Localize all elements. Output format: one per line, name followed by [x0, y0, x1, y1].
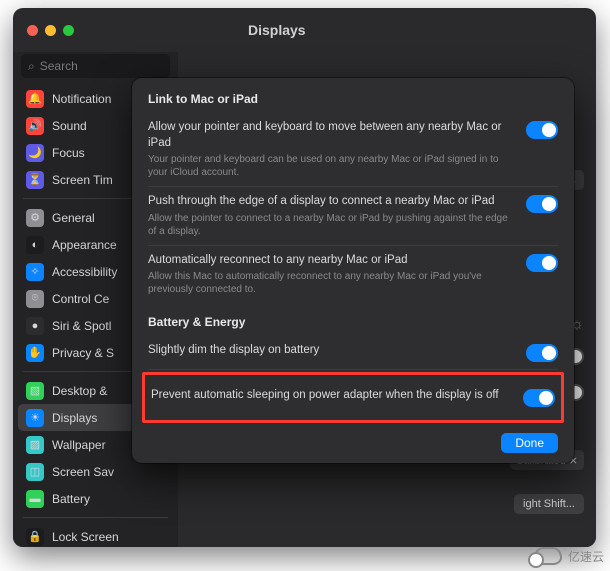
- sidebar-icon: ⌾: [26, 290, 44, 308]
- setting-title: Prevent automatic sleeping on power adap…: [151, 388, 513, 404]
- sidebar-icon: ▧: [26, 382, 44, 400]
- setting-title: Push through the edge of a display to co…: [148, 194, 516, 210]
- sidebar-item-label: Siri & Spotl: [52, 319, 111, 333]
- sidebar-icon: ●: [26, 317, 44, 335]
- setting-text: Prevent automatic sleeping on power adap…: [151, 388, 513, 404]
- sidebar-icon: ▬: [26, 490, 44, 508]
- setting-desc: Your pointer and keyboard can be used on…: [148, 153, 516, 179]
- sidebar-item-label: Screen Tim: [52, 173, 113, 187]
- sheet-footer: Done: [148, 423, 558, 453]
- sidebar-item-label: Displays: [52, 411, 97, 425]
- setting-title: Allow your pointer and keyboard to move …: [148, 120, 516, 151]
- sidebar-item-label: Notification: [52, 92, 111, 106]
- sidebar-icon: ◐: [26, 236, 44, 254]
- search-input[interactable]: ⌕ Search: [21, 54, 170, 78]
- sidebar-item-label: Screen Sav: [52, 465, 114, 479]
- setting-desc: Allow the pointer to connect to a nearby…: [148, 212, 516, 238]
- sidebar-item-label: Lock Screen: [52, 530, 119, 544]
- link-toggle-0[interactable]: [526, 121, 558, 139]
- sidebar-item-label: Accessibility: [52, 265, 117, 279]
- sidebar-divider: [23, 517, 168, 518]
- sidebar-item-label: Focus: [52, 146, 85, 160]
- section-battery: Slightly dim the display on battery Preve…: [148, 336, 558, 423]
- setting-title: Slightly dim the display on battery: [148, 343, 516, 359]
- watermark-text: 亿速云: [568, 548, 604, 565]
- zoom-icon[interactable]: [63, 25, 74, 36]
- setting-text: Automatically reconnect to any nearby Ma…: [148, 253, 516, 297]
- search-icon: ⌕: [28, 59, 35, 74]
- setting-title: Automatically reconnect to any nearby Ma…: [148, 253, 516, 269]
- link-row-0: Allow your pointer and keyboard to move …: [148, 113, 558, 187]
- sidebar-icon: ✧: [26, 263, 44, 281]
- sidebar-item-label: Appearance: [52, 238, 117, 252]
- sidebar-item-label: Wallpaper: [52, 438, 106, 452]
- titlebar: Displays: [13, 8, 596, 52]
- sidebar-item-label: Control Ce: [52, 292, 109, 306]
- sidebar-item-battery[interactable]: ▬ Battery: [18, 485, 173, 512]
- advanced-sheet: Link to Mac or iPad Allow your pointer a…: [132, 78, 574, 463]
- battery-row-0: Slightly dim the display on battery: [148, 336, 558, 370]
- highlight-box: Prevent automatic sleeping on power adap…: [142, 372, 564, 423]
- sidebar-icon: ⏳: [26, 171, 44, 189]
- link-toggle-2[interactable]: [526, 254, 558, 272]
- setting-text: Slightly dim the display on battery: [148, 343, 516, 359]
- sidebar-icon: ✋: [26, 344, 44, 362]
- link-row-2: Automatically reconnect to any nearby Ma…: [148, 246, 558, 304]
- watermark: 亿速云: [534, 547, 604, 565]
- night-shift-button[interactable]: ight Shift...: [514, 494, 584, 514]
- done-button[interactable]: Done: [501, 433, 558, 453]
- sidebar-item-label: Sound: [52, 119, 87, 133]
- window-controls: [27, 25, 74, 36]
- sidebar-item-label: General: [52, 211, 95, 225]
- close-icon[interactable]: [27, 25, 38, 36]
- section-link-title: Link to Mac or iPad: [148, 92, 558, 106]
- section-link: Allow your pointer and keyboard to move …: [148, 113, 558, 303]
- window-title: Displays: [248, 22, 306, 38]
- setting-text: Allow your pointer and keyboard to move …: [148, 120, 516, 179]
- sidebar-item-label: Desktop &: [52, 384, 107, 398]
- link-row-1: Push through the edge of a display to co…: [148, 187, 558, 246]
- minimize-icon[interactable]: [45, 25, 56, 36]
- cloud-icon: [534, 547, 562, 565]
- sidebar-icon: ☀: [26, 409, 44, 427]
- setting-text: Push through the edge of a display to co…: [148, 194, 516, 238]
- battery-row-1: Prevent automatic sleeping on power adap…: [151, 381, 555, 414]
- sidebar-item-label: Privacy & S: [52, 346, 114, 360]
- sidebar-icon: 🔔: [26, 90, 44, 108]
- battery-toggle-0[interactable]: [526, 344, 558, 362]
- sidebar-icon: ▨: [26, 436, 44, 454]
- sidebar-icon: 🌙: [26, 144, 44, 162]
- sidebar-icon: 🔊: [26, 117, 44, 135]
- battery-toggle-1[interactable]: [523, 389, 555, 407]
- link-toggle-1[interactable]: [526, 195, 558, 213]
- search-placeholder: Search: [40, 59, 78, 73]
- sidebar-icon: ⚙: [26, 209, 44, 227]
- sidebar-icon: ◫: [26, 463, 44, 481]
- section-battery-title: Battery & Energy: [148, 315, 558, 329]
- sidebar-item-label: Battery: [52, 492, 90, 506]
- sidebar-item-lock-screen[interactable]: 🔒 Lock Screen: [18, 523, 173, 547]
- sidebar-icon: 🔒: [26, 528, 44, 546]
- setting-desc: Allow this Mac to automatically reconnec…: [148, 270, 516, 296]
